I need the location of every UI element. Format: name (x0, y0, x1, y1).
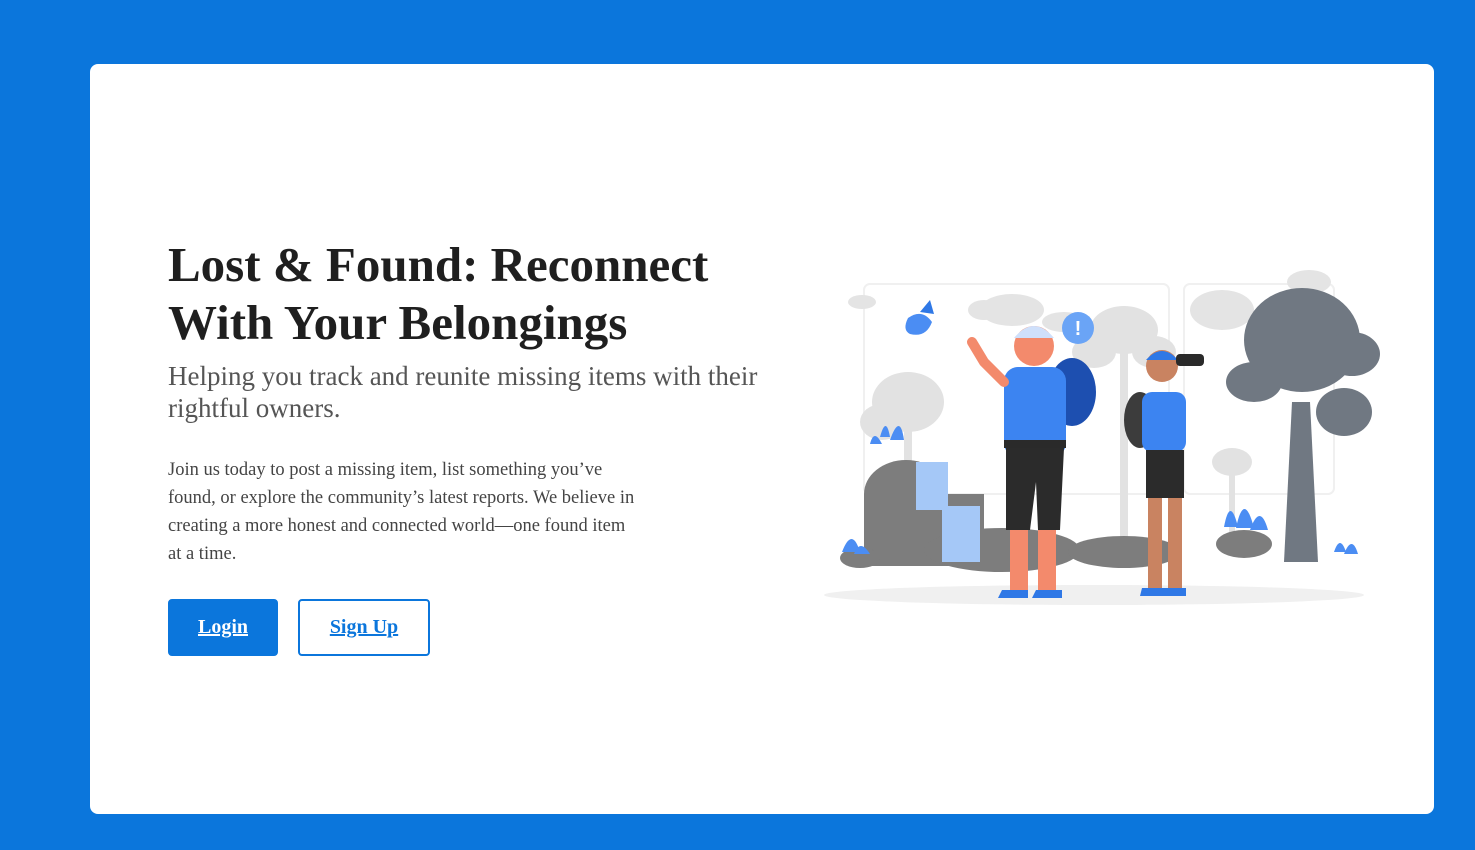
svg-text:!: ! (1075, 318, 1082, 340)
hero-text: Lost & Found: Reconnect With Your Belong… (168, 236, 768, 656)
hero-card: Lost & Found: Reconnect With Your Belong… (90, 64, 1434, 814)
hikers-illustration-icon: ! (824, 270, 1380, 605)
page-title: Lost & Found: Reconnect With Your Belong… (168, 237, 709, 350)
cta-buttons: Login Sign Up (168, 599, 768, 656)
signup-button[interactable]: Sign Up (298, 599, 430, 656)
hero-description: Join us today to post a missing item, li… (168, 460, 635, 564)
login-button[interactable]: Login (168, 599, 278, 656)
hero-subtitle: Helping you track and reunite missing it… (168, 361, 758, 423)
